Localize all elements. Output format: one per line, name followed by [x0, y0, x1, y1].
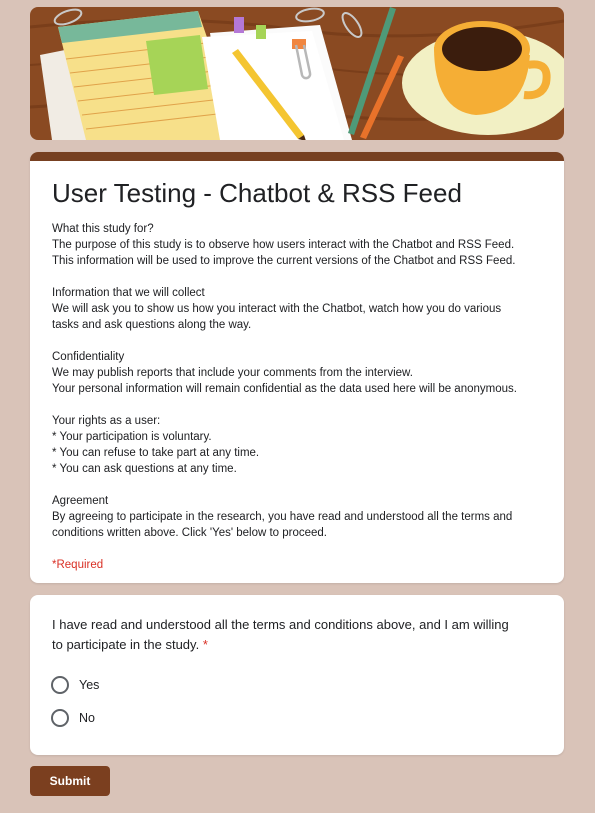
- form-header-card: User Testing - Chatbot & RSS Feed What t…: [30, 152, 564, 583]
- description-section: Confidentiality We may publish reports t…: [52, 349, 542, 397]
- option-yes[interactable]: Yes: [51, 676, 99, 694]
- section-heading: What this study for?: [52, 223, 154, 235]
- form-description: What this study for? The purpose of this…: [52, 221, 542, 541]
- form-title: User Testing - Chatbot & RSS Feed: [52, 178, 462, 208]
- option-label: No: [79, 711, 95, 725]
- description-line: * You can refuse to take part at any tim…: [52, 447, 260, 459]
- question-title: I have read and understood all the terms…: [52, 615, 542, 655]
- radio-button-icon[interactable]: [51, 709, 69, 727]
- question-line: to participate in the study. *: [52, 635, 542, 655]
- description-line: * You can ask questions at any time.: [52, 463, 237, 475]
- description-section: Information that we will collect We will…: [52, 285, 542, 333]
- option-no[interactable]: No: [51, 709, 95, 727]
- description-line: By agreeing to participate in the resear…: [52, 511, 513, 523]
- question-card: I have read and understood all the terms…: [30, 595, 564, 755]
- description-line: Your personal information will remain co…: [52, 383, 517, 395]
- option-label: Yes: [79, 678, 100, 692]
- accent-strip: [30, 152, 564, 161]
- description-line: We may publish reports that include your…: [52, 367, 413, 379]
- description-line: The purpose of this study is to observe …: [52, 239, 515, 251]
- description-line: This information will be used to improve…: [52, 255, 516, 267]
- section-heading: Agreement: [52, 495, 109, 507]
- submit-button[interactable]: Submit: [30, 766, 110, 796]
- description-line: conditions written above. Click 'Yes' be…: [52, 527, 328, 539]
- section-heading: Confidentiality: [52, 351, 125, 363]
- description-section: What this study for? The purpose of this…: [52, 221, 542, 269]
- required-note: *Required: [52, 559, 104, 571]
- section-heading: Your rights as a user:: [52, 415, 161, 427]
- header-banner-image: [30, 7, 564, 140]
- description-section: Your rights as a user: * Your participat…: [52, 413, 542, 477]
- question-line: I have read and understood all the terms…: [52, 617, 509, 632]
- required-asterisk: *: [202, 637, 208, 652]
- question-line-text: to participate in the study.: [52, 637, 200, 652]
- radio-button-icon[interactable]: [51, 676, 69, 694]
- description-line: * Your participation is voluntary.: [52, 431, 212, 443]
- section-heading: Information that we will collect: [52, 287, 205, 299]
- description-line: tasks and ask questions along the way.: [52, 319, 252, 331]
- description-section: Agreement By agreeing to participate in …: [52, 493, 542, 541]
- desk-illustration-image: [30, 7, 564, 140]
- description-line: We will ask you to show us how you inter…: [52, 303, 502, 315]
